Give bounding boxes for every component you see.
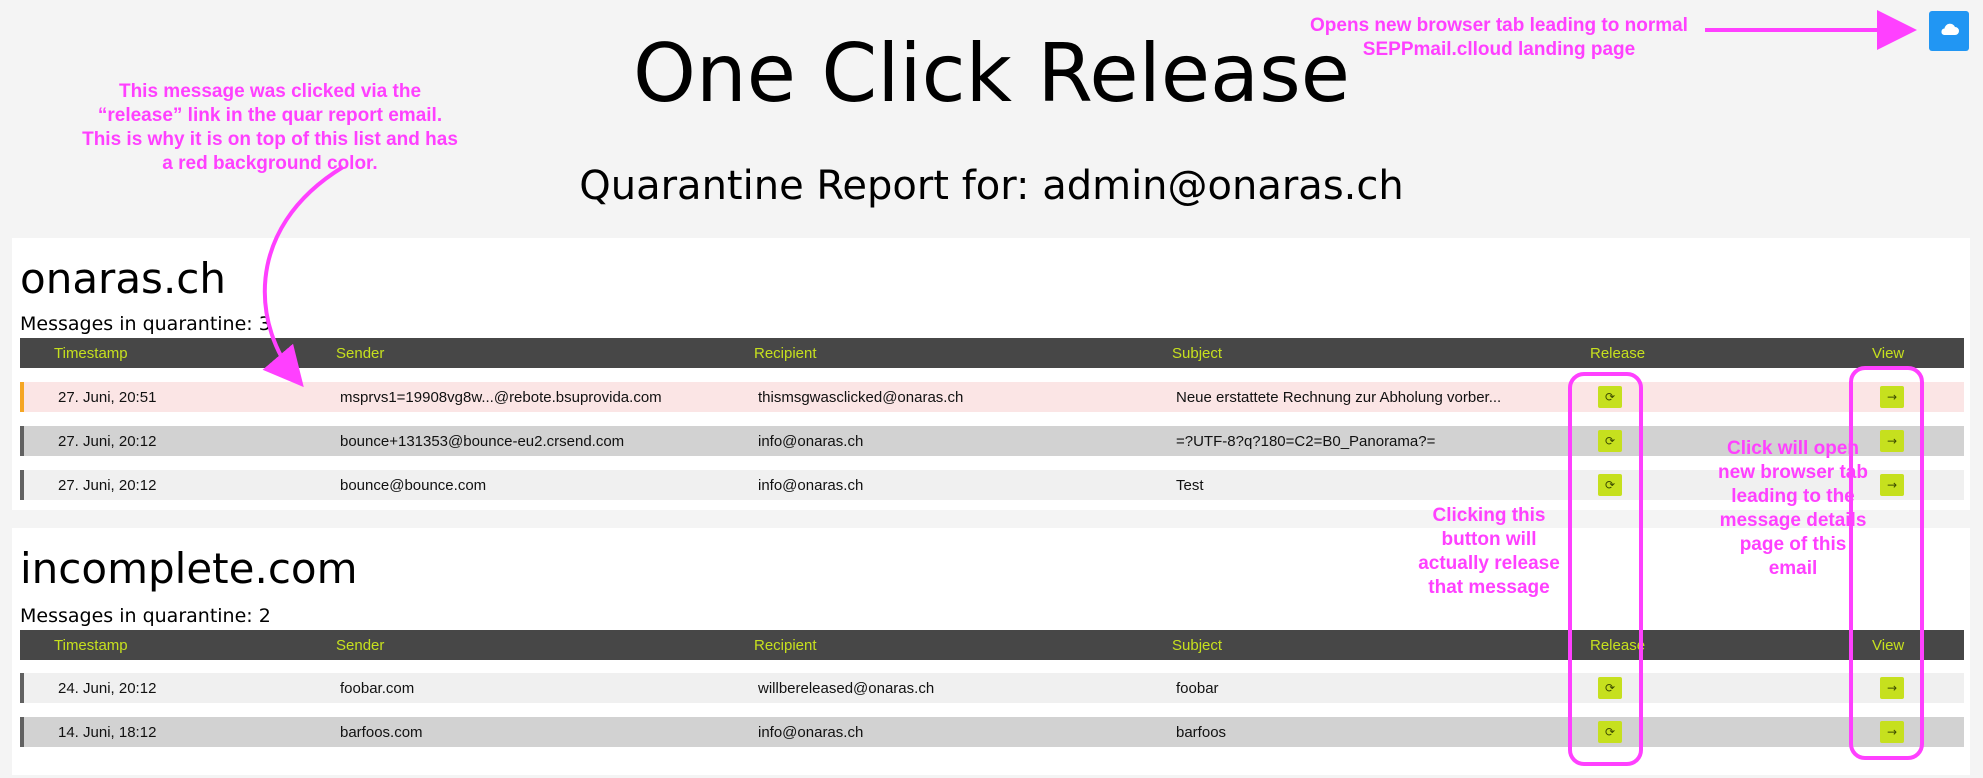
row-timestamp: 27. Juni, 20:12 — [58, 477, 157, 494]
row-recipient: info@onaras.ch — [758, 433, 864, 450]
row-timestamp: 24. Juni, 20:12 — [58, 680, 157, 697]
annotation-release-note: Clicking this button will actually relea… — [1418, 505, 1560, 598]
release-button[interactable]: ⟳ — [1598, 721, 1622, 743]
annotation-highlight-note: This message was clicked via the “releas… — [82, 81, 458, 174]
header-view: View — [1872, 637, 1905, 654]
header-recipient: Recipient — [754, 637, 817, 654]
refresh-icon: ⟳ — [1604, 681, 1616, 695]
header-sender: Sender — [336, 345, 385, 362]
row-subject: Neue erstattete Rechnung zur Abholung vo… — [1176, 389, 1502, 406]
header-timestamp: Timestamp — [54, 637, 128, 654]
header-sender: Sender — [336, 637, 385, 654]
header-release: Release — [1590, 637, 1646, 654]
refresh-icon: ⟳ — [1604, 725, 1616, 739]
row-subject: foobar — [1176, 680, 1219, 697]
row-sender: barfoos.com — [340, 724, 423, 741]
view-button[interactable]: → — [1880, 474, 1904, 496]
release-button[interactable]: ⟳ — [1598, 386, 1622, 408]
header-subject: Subject — [1172, 345, 1223, 362]
header-subject: Subject — [1172, 637, 1223, 654]
row-timestamp: 27. Juni, 20:51 — [58, 389, 157, 406]
table-row[interactable]: 24. Juni, 20:12 foobar.com willberelease… — [20, 673, 1964, 703]
row-timestamp: 27. Juni, 20:12 — [58, 433, 157, 450]
domain-section-incomplete: incomplete.com Messages in quarantine: 2… — [12, 528, 1970, 775]
row-sender: bounce+131353@bounce-eu2.crsend.com — [340, 433, 625, 450]
annotation-cloud-note: Opens new browser tab leading to normal … — [1310, 15, 1688, 60]
row-subject: Test — [1176, 477, 1204, 494]
quarantine-count: Messages in quarantine: 2 — [20, 605, 271, 627]
row-recipient: willbereleased@onaras.ch — [758, 680, 935, 697]
view-button[interactable]: → — [1880, 677, 1904, 699]
table-header: Timestamp Sender Recipient Subject Relea… — [20, 630, 1964, 660]
release-button[interactable]: ⟳ — [1598, 677, 1622, 699]
row-recipient: info@onaras.ch — [758, 477, 864, 494]
arrow-right-icon: → — [1886, 681, 1898, 695]
row-timestamp: 14. Juni, 18:12 — [58, 724, 157, 741]
domain-section-onaras: onaras.ch Messages in quarantine: 3 Time… — [12, 238, 1970, 510]
refresh-icon: ⟳ — [1604, 434, 1616, 448]
row-sender: bounce@bounce.com — [340, 477, 487, 494]
view-button[interactable]: → — [1880, 386, 1904, 408]
table-row[interactable]: 27. Juni, 20:12 bounce@bounce.com info@o… — [20, 470, 1964, 500]
arrow-right-icon: → — [1886, 725, 1898, 739]
arrow-right-icon: → — [1886, 390, 1898, 404]
arrow-right-icon: → — [1886, 434, 1898, 448]
header-release: Release — [1590, 345, 1646, 362]
table-row[interactable]: 14. Juni, 18:12 barfoos.com info@onaras.… — [20, 717, 1964, 747]
table-row[interactable]: 27. Juni, 20:51 msprvs1=19908vg8w...@reb… — [20, 382, 1964, 412]
domain-title: incomplete.com — [20, 544, 358, 593]
table-row[interactable]: 27. Juni, 20:12 bounce+131353@bounce-eu2… — [20, 426, 1964, 456]
arrow-right-icon: → — [1886, 478, 1898, 492]
header-timestamp: Timestamp — [54, 345, 128, 362]
annotation-view-note: Click will open new browser tab leading … — [1718, 438, 1868, 579]
table-header: Timestamp Sender Recipient Subject Relea… — [20, 338, 1964, 368]
row-sender: foobar.com — [340, 680, 415, 697]
row-recipient: info@onaras.ch — [758, 724, 864, 741]
cloud-icon — [1939, 22, 1959, 41]
row-recipient: thismsgwasclicked@onaras.ch — [758, 389, 964, 406]
row-subject: barfoos — [1176, 724, 1227, 741]
domain-title: onaras.ch — [20, 254, 227, 303]
quarantine-count: Messages in quarantine: 3 — [20, 313, 271, 335]
header-view: View — [1872, 345, 1905, 362]
view-button[interactable]: → — [1880, 721, 1904, 743]
refresh-icon: ⟳ — [1604, 478, 1616, 492]
cloud-button[interactable] — [1929, 11, 1969, 51]
row-sender: msprvs1=19908vg8w...@rebote.bsuprovida.c… — [340, 389, 662, 406]
header-recipient: Recipient — [754, 345, 817, 362]
release-button[interactable]: ⟳ — [1598, 474, 1622, 496]
row-subject: =?UTF-8?q?180=C2=B0_Panorama?= — [1176, 433, 1436, 450]
release-button[interactable]: ⟳ — [1598, 430, 1622, 452]
refresh-icon: ⟳ — [1604, 390, 1616, 404]
view-button[interactable]: → — [1880, 430, 1904, 452]
